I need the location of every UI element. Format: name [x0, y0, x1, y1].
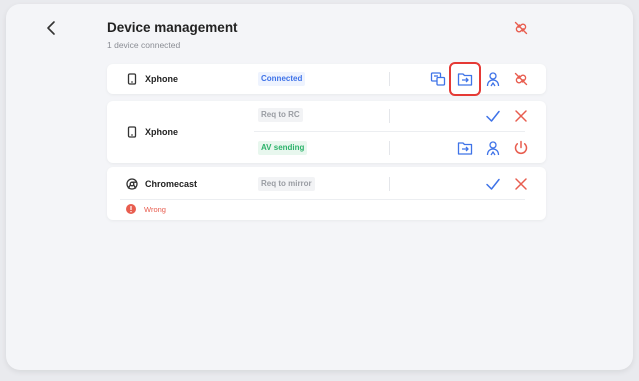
chevron-left-icon[interactable]: [44, 19, 60, 37]
row-divider: [120, 199, 525, 200]
screen-share-icon[interactable]: [430, 71, 446, 87]
reject-close-icon[interactable]: [513, 108, 529, 124]
warning-icon: [126, 204, 136, 214]
warning-text: Wrong: [144, 205, 166, 214]
power-icon[interactable]: [513, 140, 529, 156]
phone-icon: [126, 73, 138, 85]
status-badge-req-mirror: Req to mirror: [258, 177, 315, 191]
divider: [389, 177, 390, 191]
user-control-icon[interactable]: [485, 140, 501, 156]
connection-count: 1 device connected: [107, 40, 181, 50]
chromecast-icon: [126, 178, 138, 190]
user-control-icon[interactable]: [485, 71, 501, 87]
highlight-box: [449, 62, 481, 96]
phone-icon: [126, 126, 138, 138]
reject-close-icon[interactable]: [513, 176, 529, 192]
divider: [389, 72, 390, 86]
page-title: Device management: [107, 20, 238, 35]
device-card-chromecast: Chromecast Req to mirror Wrong: [107, 167, 546, 220]
divider: [389, 109, 390, 123]
device-name: Chromecast: [145, 179, 198, 189]
status-badge-av-sending: AV sending: [258, 141, 308, 155]
disconnect-all-unlink-icon[interactable]: [513, 20, 529, 36]
accept-check-icon[interactable]: [485, 108, 501, 124]
folder-transfer-icon[interactable]: [457, 140, 473, 156]
unlink-icon[interactable]: [513, 71, 529, 87]
device-management-panel: Device management 1 device connected Xph…: [6, 4, 633, 370]
device-name: Xphone: [145, 74, 178, 84]
device-card-xphone-requests: Xphone Req to RC AV sending: [107, 101, 546, 163]
status-badge: Connected: [258, 72, 306, 86]
device-name: Xphone: [145, 127, 178, 137]
status-badge-req-rc: Req to RC: [258, 108, 303, 122]
accept-check-icon[interactable]: [485, 176, 501, 192]
row-divider: [254, 131, 525, 132]
divider: [389, 141, 390, 155]
